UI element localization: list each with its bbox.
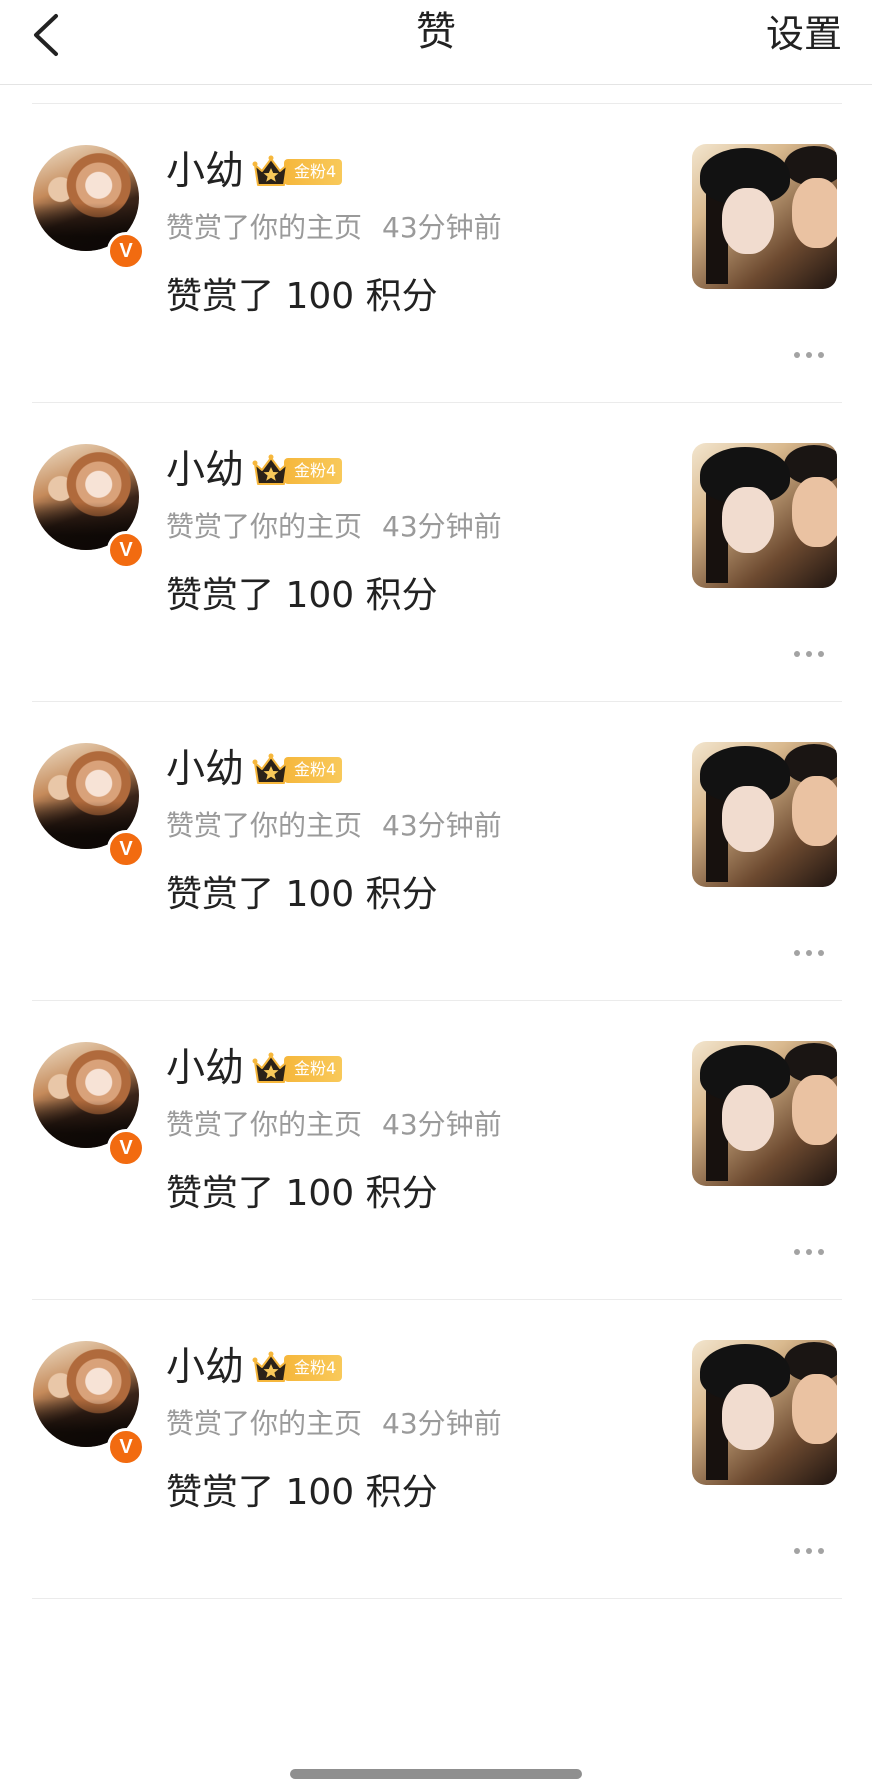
more-dots-icon	[794, 352, 824, 358]
notification-row: V 小幼 金粉4 赞赏了你的主页 43分钟前 赞赏了 100 积分	[0, 1001, 872, 1300]
username[interactable]: 小幼	[166, 148, 244, 196]
fan-level-badge: 金粉4	[252, 454, 343, 488]
fan-level-badge: 金粉4	[252, 155, 343, 189]
reward-text: 赞赏了 100 积分	[166, 1472, 438, 1513]
row-divider	[32, 1598, 842, 1599]
post-thumbnail[interactable]	[692, 742, 837, 887]
post-thumbnail[interactable]	[692, 443, 837, 588]
more-options-button[interactable]	[792, 1544, 826, 1558]
verified-badge: V	[107, 1428, 145, 1466]
username[interactable]: 小幼	[166, 1045, 244, 1093]
home-indicator[interactable]	[290, 1769, 582, 1779]
more-dots-icon	[794, 651, 824, 657]
action-meta: 赞赏了你的主页 43分钟前	[166, 1107, 502, 1143]
reward-text: 赞赏了 100 积分	[166, 276, 438, 317]
fan-level-badge: 金粉4	[252, 1351, 343, 1385]
settings-button[interactable]: 设置	[766, 10, 842, 58]
verified-badge: V	[107, 830, 145, 868]
timestamp: 43分钟前	[382, 1108, 502, 1141]
action-text: 赞赏了你的主页	[166, 510, 363, 543]
crown-icon	[252, 753, 290, 787]
fan-level-label: 金粉4	[284, 1355, 343, 1381]
action-text: 赞赏了你的主页	[166, 211, 363, 244]
verified-badge: V	[107, 531, 145, 569]
action-meta: 赞赏了你的主页 43分钟前	[166, 808, 502, 844]
action-meta: 赞赏了你的主页 43分钟前	[166, 509, 502, 545]
page-title: 赞	[416, 9, 456, 55]
timestamp: 43分钟前	[382, 510, 502, 543]
verified-badge: V	[107, 1129, 145, 1167]
more-options-button[interactable]	[792, 348, 826, 362]
top-nav-bar: 赞 设置	[0, 0, 872, 85]
username[interactable]: 小幼	[166, 746, 244, 794]
post-thumbnail[interactable]	[692, 1340, 837, 1485]
crown-icon	[252, 1052, 290, 1086]
timestamp: 43分钟前	[382, 809, 502, 842]
crown-icon	[252, 454, 290, 488]
crown-icon	[252, 1351, 290, 1385]
fan-level-label: 金粉4	[284, 458, 343, 484]
more-dots-icon	[794, 1548, 824, 1554]
reward-text: 赞赏了 100 积分	[166, 874, 438, 915]
notification-row: V 小幼 金粉4 赞赏了你的主页 43分钟前 赞赏了 100 积分	[0, 403, 872, 702]
likes-page: 赞 设置 V 小幼 金粉4 赞赏了你的主页 43分钟前 赞赏了 100 积分 V…	[0, 0, 872, 1785]
action-text: 赞赏了你的主页	[166, 1407, 363, 1440]
verified-badge: V	[107, 232, 145, 270]
fan-level-badge: 金粉4	[252, 1052, 343, 1086]
username[interactable]: 小幼	[166, 447, 244, 495]
notification-list: V 小幼 金粉4 赞赏了你的主页 43分钟前 赞赏了 100 积分 V 小幼 金…	[0, 0, 872, 1599]
notification-row: V 小幼 金粉4 赞赏了你的主页 43分钟前 赞赏了 100 积分	[0, 702, 872, 1001]
more-dots-icon	[794, 950, 824, 956]
action-meta: 赞赏了你的主页 43分钟前	[166, 1406, 502, 1442]
more-options-button[interactable]	[792, 1245, 826, 1259]
reward-text: 赞赏了 100 积分	[166, 1173, 438, 1214]
username[interactable]: 小幼	[166, 1344, 244, 1392]
more-options-button[interactable]	[792, 647, 826, 661]
timestamp: 43分钟前	[382, 211, 502, 244]
fan-level-label: 金粉4	[284, 159, 343, 185]
reward-text: 赞赏了 100 积分	[166, 575, 438, 616]
action-text: 赞赏了你的主页	[166, 809, 363, 842]
timestamp: 43分钟前	[382, 1407, 502, 1440]
action-text: 赞赏了你的主页	[166, 1108, 363, 1141]
notification-row: V 小幼 金粉4 赞赏了你的主页 43分钟前 赞赏了 100 积分	[0, 104, 872, 403]
action-meta: 赞赏了你的主页 43分钟前	[166, 210, 502, 246]
fan-level-badge: 金粉4	[252, 753, 343, 787]
notification-row: V 小幼 金粉4 赞赏了你的主页 43分钟前 赞赏了 100 积分	[0, 1300, 872, 1599]
crown-icon	[252, 155, 290, 189]
fan-level-label: 金粉4	[284, 757, 343, 783]
post-thumbnail[interactable]	[692, 144, 837, 289]
post-thumbnail[interactable]	[692, 1041, 837, 1186]
more-dots-icon	[794, 1249, 824, 1255]
more-options-button[interactable]	[792, 946, 826, 960]
fan-level-label: 金粉4	[284, 1056, 343, 1082]
